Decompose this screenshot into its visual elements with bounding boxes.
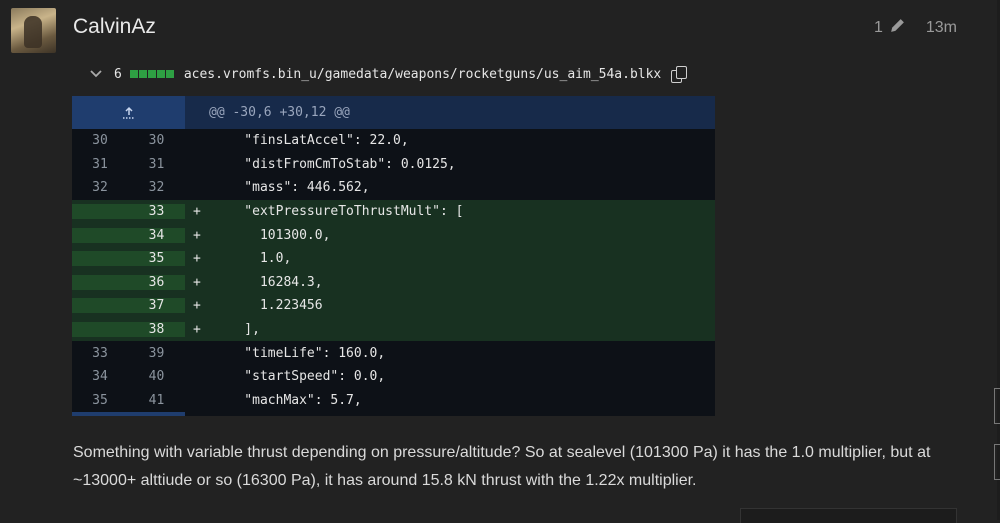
diff-sign: + xyxy=(193,322,201,338)
new-line-number[interactable]: 35 xyxy=(128,251,185,266)
code-line: "timeLife": 160.0, xyxy=(213,345,386,361)
post-time[interactable]: 13m xyxy=(926,19,957,37)
line-gutter: 30 30 xyxy=(72,133,185,148)
pencil-icon[interactable] xyxy=(889,17,906,39)
line-gutter: 38 xyxy=(72,322,185,338)
line-gutter: 36 xyxy=(72,274,185,290)
diff-rows: 30 30 "finsLatAccel": 22.0, 31 31 "distFrom… xyxy=(72,129,715,412)
new-line-number[interactable]: 37 xyxy=(128,298,185,313)
diff-sign: + xyxy=(193,204,201,220)
old-line-number[interactable]: 32 xyxy=(72,180,128,195)
line-gutter: 33 xyxy=(72,204,185,220)
gutter-bottom-border xyxy=(72,412,185,417)
code-line: "startSpeed": 0.0, xyxy=(213,369,386,385)
diff-line-context: 32 32 "mass": 446.562, xyxy=(72,176,715,200)
copy-icon[interactable] xyxy=(671,66,688,83)
line-gutter: 34 xyxy=(72,227,185,243)
code-line: 16284.3, xyxy=(213,274,323,290)
diff-file-header: 6 aces.vromfs.bin_u/gamedata/weapons/roc… xyxy=(72,58,715,90)
edge-control[interactable] xyxy=(994,388,1000,424)
line-gutter: 35 41 xyxy=(72,393,185,408)
code-line: "mass": 446.562, xyxy=(213,180,370,196)
new-line-number[interactable]: 36 xyxy=(128,275,185,290)
post-body: Something with variable thrust depending… xyxy=(73,444,931,489)
line-gutter: 34 40 xyxy=(72,369,185,384)
diff-line-added: 37 + 1.223456 xyxy=(72,294,715,318)
line-gutter: 35 xyxy=(72,251,185,267)
code-line: 101300.0, xyxy=(213,227,331,243)
line-gutter: 31 31 xyxy=(72,157,185,172)
line-gutter: 32 32 xyxy=(72,180,185,195)
diff-table: @@ -30,6 +30,12 @@ 30 30 "finsLatAccel": … xyxy=(72,96,715,417)
code-line: "distFromCmToStab": 0.0125, xyxy=(213,156,456,172)
code-line: "extPressureToThrustMult": [ xyxy=(213,204,464,220)
diff-line-context: 30 30 "finsLatAccel": 22.0, xyxy=(72,129,715,153)
diff-sign: + xyxy=(193,298,201,314)
new-line-number[interactable]: 30 xyxy=(128,133,185,148)
new-line-number[interactable]: 32 xyxy=(128,180,185,195)
new-line-number[interactable]: 40 xyxy=(128,369,185,384)
old-line-number[interactable] xyxy=(72,204,128,219)
old-line-number[interactable]: 30 xyxy=(72,133,128,148)
diff-line-context: 33 39 "timeLife": 160.0, xyxy=(72,341,715,365)
edge-control[interactable] xyxy=(994,444,1000,480)
diff-change-count: 6 xyxy=(114,66,122,82)
code-line: 1.0, xyxy=(213,251,292,267)
code-line: "machMax": 5.7, xyxy=(213,392,362,408)
hunk-header: @@ -30,6 +30,12 @@ xyxy=(72,96,715,129)
reply-bar xyxy=(740,508,957,523)
diff-line-context: 34 40 "startSpeed": 0.0, xyxy=(72,365,715,389)
old-line-number[interactable] xyxy=(72,251,128,266)
new-line-number[interactable]: 31 xyxy=(128,157,185,172)
code-line: 1.223456 xyxy=(213,298,323,314)
diff-line-context: 31 31 "distFromCmToStab": 0.0125, xyxy=(72,153,715,177)
code-line: ], xyxy=(213,322,260,338)
avatar-figure xyxy=(24,16,42,48)
old-line-number[interactable]: 31 xyxy=(72,157,128,172)
code-line: "finsLatAccel": 22.0, xyxy=(213,133,409,149)
line-gutter: 33 39 xyxy=(72,346,185,361)
diffstat-blocks xyxy=(129,70,174,78)
diff-line-added: 34 + 101300.0, xyxy=(72,223,715,247)
diff-sign: + xyxy=(193,251,201,267)
post-meta: 1 13m xyxy=(874,17,957,39)
old-line-number[interactable]: 34 xyxy=(72,369,128,384)
diff-line-added: 38 + ], xyxy=(72,317,715,342)
new-line-number[interactable]: 34 xyxy=(128,228,185,243)
edit-count[interactable]: 1 xyxy=(874,19,883,37)
new-line-number[interactable]: 33 xyxy=(128,204,185,219)
diff-sign: + xyxy=(193,227,201,243)
old-line-number[interactable]: 33 xyxy=(72,346,128,361)
old-line-number[interactable]: 35 xyxy=(72,393,128,408)
diff-line-context: 35 41 "machMax": 5.7, xyxy=(72,389,715,413)
old-line-number[interactable] xyxy=(72,228,128,243)
old-line-number[interactable] xyxy=(72,275,128,290)
new-line-number[interactable]: 38 xyxy=(128,322,185,337)
diff-line-added: 33 + "extPressureToThrustMult": [ xyxy=(72,199,715,224)
hunk-range: @@ -30,6 +30,12 @@ xyxy=(209,105,350,120)
diff-line-added: 36 + 16284.3, xyxy=(72,270,715,295)
new-line-number[interactable]: 39 xyxy=(128,346,185,361)
avatar[interactable] xyxy=(11,8,56,53)
diff-file-path[interactable]: aces.vromfs.bin_u/gamedata/weapons/rocke… xyxy=(184,67,661,82)
diff-line-added: 35 + 1.0, xyxy=(72,246,715,271)
old-line-number[interactable] xyxy=(72,322,128,337)
line-gutter: 37 xyxy=(72,298,185,314)
expand-up-icon[interactable] xyxy=(72,96,185,129)
diff-sign: + xyxy=(193,274,201,290)
username[interactable]: CalvinAz xyxy=(73,15,156,39)
old-line-number[interactable] xyxy=(72,298,128,313)
new-line-number[interactable]: 41 xyxy=(128,393,185,408)
chevron-down-icon[interactable] xyxy=(90,67,104,82)
